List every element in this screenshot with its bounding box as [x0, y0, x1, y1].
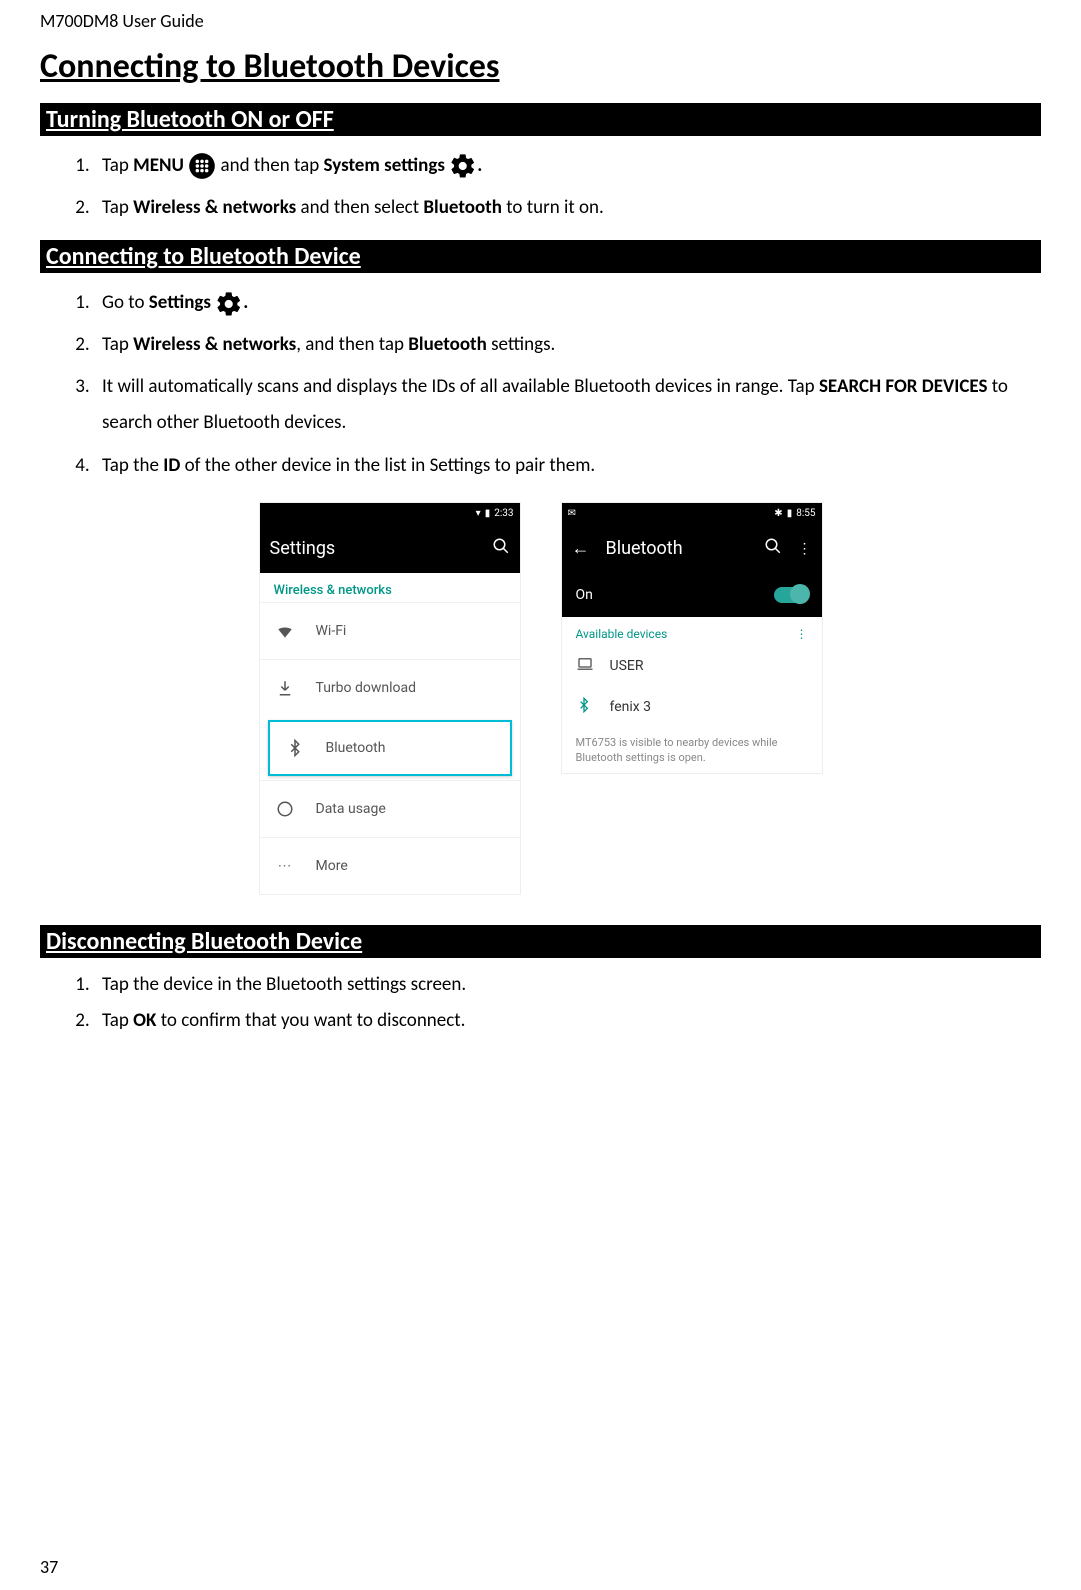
on-label: On — [576, 587, 593, 603]
settings-row-bluetooth[interactable]: Bluetooth — [268, 720, 512, 776]
steps-connecting: Go to Settings . Tap Wireless & networks… — [40, 285, 1041, 483]
overflow-icon[interactable]: ⋮ — [798, 547, 812, 551]
text: of the other device in the list in Setti… — [180, 454, 595, 477]
steps-disconnecting: Tap the device in the Bluetooth settings… — [40, 970, 1041, 1037]
bluetooth-status-icon: ✱ — [774, 508, 782, 519]
data-usage-icon — [274, 800, 296, 818]
text-bold: Settings — [149, 291, 211, 314]
phone-settings-screenshot: ▾ ▮ 2:33 Settings Wireless & networks Wi… — [259, 502, 521, 895]
gear-icon — [215, 290, 243, 318]
text: settings. — [487, 333, 556, 356]
text-bold: Bluetooth — [408, 333, 487, 356]
text: and then tap — [216, 154, 323, 177]
gear-icon — [449, 152, 477, 180]
device-row-user[interactable]: USER — [562, 645, 822, 687]
toolbar-title: Settings — [270, 538, 476, 559]
text-bold: Wireless & networks — [133, 196, 296, 219]
section-heading-turning-on-off: Turning Bluetooth ON or OFF — [40, 103, 1041, 136]
menu-apps-icon — [188, 152, 216, 180]
step-item: Tap the device in the Bluetooth settings… — [94, 970, 1041, 1000]
steps-turning-on-off: Tap MENU and then tap System settings . … — [40, 148, 1041, 226]
download-icon — [274, 679, 296, 697]
back-icon[interactable]: ← — [572, 538, 590, 559]
text-bold: OK — [133, 1009, 156, 1032]
bluetooth-on-toggle-row[interactable]: On — [562, 573, 822, 617]
battery-icon: ▮ — [787, 508, 793, 519]
clock: 8:55 — [796, 508, 815, 519]
text: Tap — [102, 333, 133, 356]
text: Tap — [102, 196, 133, 219]
text: Tap — [102, 154, 133, 177]
bluetooth-icon — [576, 697, 594, 717]
device-name: USER — [610, 658, 644, 674]
text: It will automatically scans and displays… — [102, 375, 819, 398]
screenshot-row: ▾ ▮ 2:33 Settings Wireless & networks Wi… — [40, 502, 1041, 895]
wireless-networks-subheader: Wireless & networks — [260, 573, 520, 602]
text: Tap — [102, 1009, 133, 1032]
text: and then select — [296, 196, 423, 219]
text: to turn it on. — [502, 196, 604, 219]
section-heading-connecting: Connecting to Bluetooth Device — [40, 240, 1041, 273]
toolbar-title: Bluetooth — [606, 538, 748, 559]
bluetooth-visibility-note: MT6753 is visible to nearby devices whil… — [562, 727, 822, 774]
laptop-icon — [576, 655, 594, 677]
settings-row-wifi[interactable]: Wi-Fi — [260, 602, 520, 659]
status-bar: ▾ ▮ 2:33 — [260, 503, 520, 525]
settings-toolbar: Settings — [260, 525, 520, 573]
doc-header: M700DM8 User Guide — [40, 10, 1041, 32]
page-number: 37 — [40, 1556, 58, 1578]
more-icon: ⋯ — [274, 858, 296, 874]
row-label: Bluetooth — [326, 740, 386, 756]
step-item: Tap the ID of the other device in the li… — [94, 448, 1041, 484]
wifi-status-icon: ▾ — [476, 508, 481, 519]
section-heading-disconnecting: Disconnecting Bluetooth Device — [40, 925, 1041, 958]
text-bold: ID — [163, 454, 180, 477]
bluetooth-toolbar: ← Bluetooth ⋮ — [562, 525, 822, 573]
text: Go to — [102, 291, 149, 314]
row-label: Turbo download — [316, 680, 417, 696]
wifi-icon — [274, 621, 296, 641]
clock: 2:33 — [494, 508, 513, 519]
text: . — [477, 154, 482, 177]
status-bar: ✉ ✱ ▮ 8:55 — [562, 503, 822, 525]
text: to confirm that you want to disconnect. — [156, 1009, 465, 1032]
text: Tap the — [102, 454, 163, 477]
step-item: Tap Wireless & networks and then select … — [94, 190, 1041, 226]
text-bold: Wireless & networks — [133, 333, 296, 356]
settings-row-more[interactable]: ⋯ More — [260, 837, 520, 894]
row-label: Wi-Fi — [316, 623, 347, 639]
row-label: Data usage — [316, 801, 386, 817]
settings-row-turbo[interactable]: Turbo download — [260, 659, 520, 716]
text-bold: Bluetooth — [423, 196, 502, 219]
phone-bluetooth-screenshot: ✉ ✱ ▮ 8:55 ← Bluetooth ⋮ On Available de… — [561, 502, 823, 775]
battery-icon: ▮ — [485, 508, 491, 519]
page-title: Connecting to Bluetooth Devices — [40, 46, 1041, 87]
bluetooth-icon — [284, 739, 306, 757]
refresh-icon[interactable]: ⋮ — [796, 627, 808, 641]
notification-icon: ✉ — [568, 508, 576, 519]
step-item: Tap MENU and then tap System settings . — [94, 148, 1041, 184]
text-bold: MENU — [133, 154, 184, 177]
device-row-fenix3[interactable]: fenix 3 — [562, 687, 822, 727]
step-item: It will automatically scans and displays… — [94, 369, 1041, 441]
text-bold: System settings — [324, 154, 445, 177]
toggle-switch[interactable] — [774, 587, 808, 603]
settings-row-data-usage[interactable]: Data usage — [260, 780, 520, 837]
row-label: More — [316, 858, 348, 874]
device-name: fenix 3 — [610, 699, 652, 715]
text: , and then tap — [296, 333, 408, 356]
search-icon[interactable] — [764, 537, 782, 560]
text: . — [243, 291, 248, 314]
step-item: Go to Settings . — [94, 285, 1041, 321]
step-item: Tap Wireless & networks, and then tap Bl… — [94, 327, 1041, 363]
text-bold: SEARCH FOR DEVICES — [819, 375, 988, 398]
search-icon[interactable] — [492, 537, 510, 560]
step-item: Tap OK to confirm that you want to disco… — [94, 1006, 1041, 1036]
text: Available devices — [576, 627, 668, 641]
available-devices-subheader: Available devices ⋮ — [562, 617, 822, 645]
